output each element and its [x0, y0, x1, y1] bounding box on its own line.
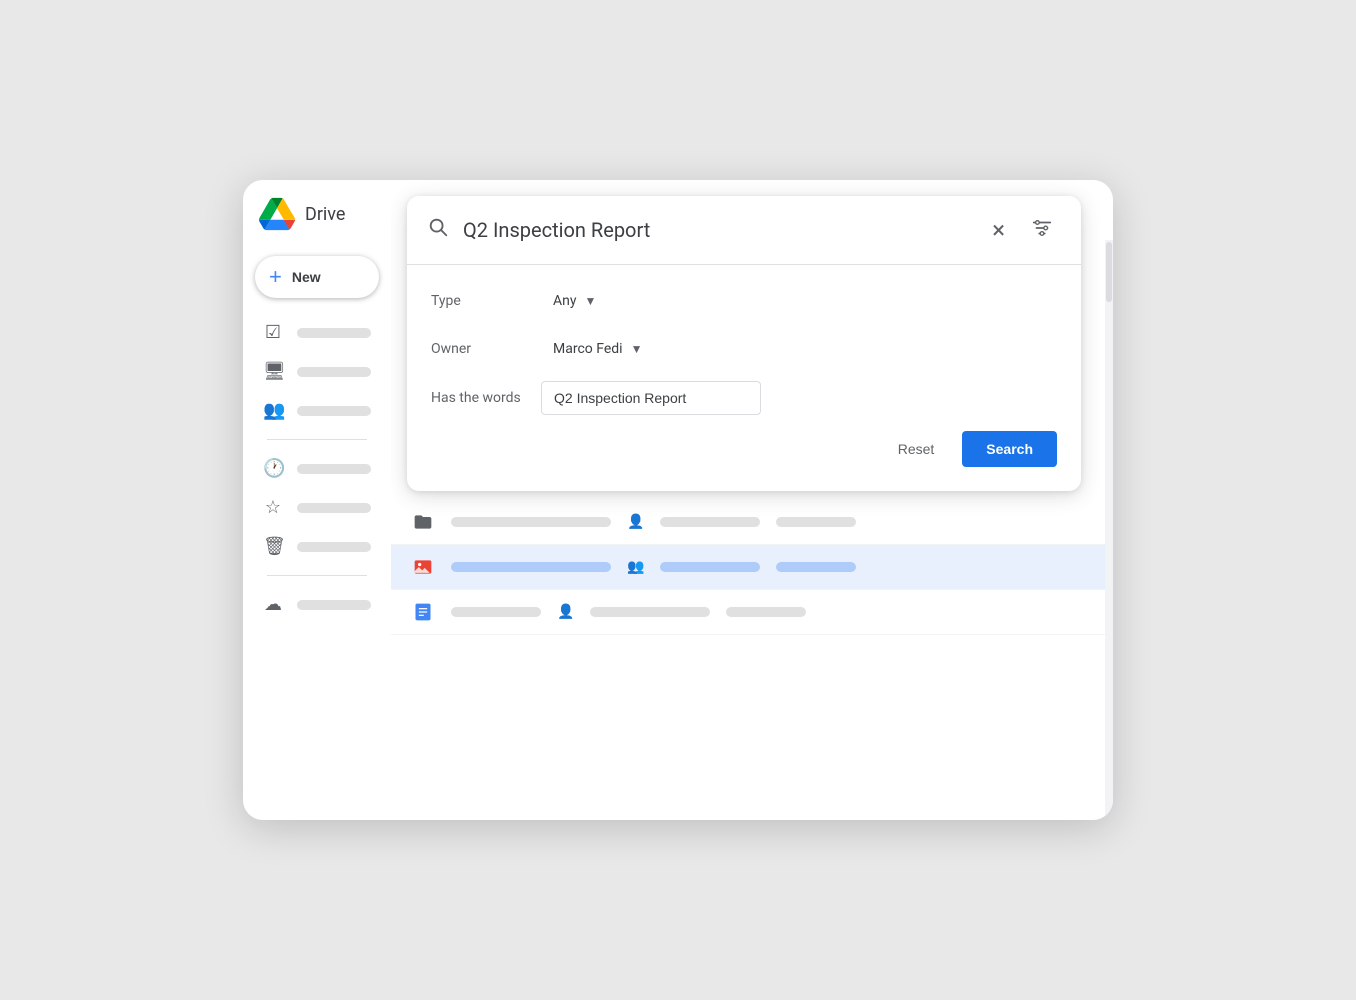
folder-icon: [411, 510, 435, 534]
sidebar-item-starred[interactable]: ☆: [251, 489, 383, 526]
type-filter-row: Type Any ▼: [431, 285, 1057, 317]
sidebar: Drive + New ☑ 🖥 👥 🕐: [243, 180, 391, 820]
shared-icon: 👤: [627, 514, 644, 530]
sidebar-item-computers[interactable]: 🖥: [251, 353, 383, 390]
filter-icon[interactable]: [1023, 213, 1061, 248]
owner-label: Owner: [431, 341, 541, 357]
owner-value: Marco Fedi: [553, 341, 623, 357]
sidebar-label-bar: [297, 542, 371, 552]
filter-section: Type Any ▼ Owner Marco Fedi ▼ Has the wo…: [407, 265, 1081, 491]
reset-button[interactable]: Reset: [878, 433, 955, 465]
sidebar-label-bar: [297, 328, 371, 338]
sidebar-nav: ☑ 🖥 👥 🕐 ☆ 🗑: [243, 314, 391, 623]
sidebar-item-storage[interactable]: ☁: [251, 586, 383, 623]
shared-icon: 👥: [627, 559, 644, 575]
check-square-icon: ☑: [263, 322, 283, 343]
cloud-icon: ☁: [263, 594, 283, 615]
monitor-icon: 🖥: [263, 361, 283, 382]
scrollbar-thumb: [1106, 242, 1112, 302]
sidebar-item-mydrive[interactable]: ☑: [251, 314, 383, 351]
star-icon: ☆: [263, 497, 283, 518]
shared-icon: 👤: [557, 604, 574, 620]
filter-actions: Reset Search: [431, 431, 1057, 467]
search-panel: Q2 Inspection Report × Type: [407, 196, 1081, 491]
sidebar-label-bar: [297, 600, 371, 610]
file-name-bar: [451, 607, 541, 617]
search-query-text: Q2 Inspection Report: [463, 218, 974, 242]
main-content: Q2 Inspection Report × Type: [391, 180, 1113, 820]
sidebar-divider: [267, 439, 367, 440]
table-row[interactable]: 👥: [391, 545, 1113, 590]
close-icon[interactable]: ×: [988, 212, 1009, 248]
owner-filter-row: Owner Marco Fedi ▼: [431, 333, 1057, 365]
file-date-bar: [590, 607, 710, 617]
table-row[interactable]: 👤: [391, 590, 1113, 635]
doc-icon: [411, 600, 435, 624]
file-name-bar: [451, 562, 611, 572]
sidebar-item-shared[interactable]: 👥: [251, 392, 383, 429]
app-title: Drive: [305, 204, 345, 225]
sidebar-divider-2: [267, 575, 367, 576]
chevron-down-icon: ▼: [585, 294, 597, 308]
drive-logo-icon: [259, 196, 295, 232]
file-date-bar: [660, 517, 760, 527]
has-words-input[interactable]: [541, 381, 761, 415]
file-date-bar: [660, 562, 760, 572]
clock-icon: 🕐: [263, 458, 283, 479]
people-icon: 👥: [263, 400, 283, 421]
has-words-label: Has the words: [431, 390, 541, 406]
type-select[interactable]: Any ▼: [541, 285, 608, 317]
search-button[interactable]: Search: [962, 431, 1057, 467]
file-list: 👤 👥: [391, 500, 1113, 820]
sidebar-label-bar: [297, 464, 371, 474]
file-size-bar: [776, 562, 856, 572]
sidebar-item-trash[interactable]: 🗑: [251, 528, 383, 565]
type-value: Any: [553, 293, 577, 309]
chevron-down-icon: ▼: [631, 342, 643, 356]
new-button[interactable]: + New: [255, 256, 379, 298]
sidebar-label-bar: [297, 406, 371, 416]
file-name-bar: [451, 517, 611, 527]
search-bar: Q2 Inspection Report ×: [407, 196, 1081, 265]
sidebar-label-bar: [297, 367, 371, 377]
new-button-label: New: [292, 269, 321, 285]
file-size-bar: [776, 517, 856, 527]
type-label: Type: [431, 293, 541, 309]
trash-icon: 🗑: [263, 536, 283, 557]
search-icon: [427, 216, 449, 244]
image-icon: [411, 555, 435, 579]
sidebar-header: Drive: [243, 196, 391, 248]
sidebar-label-bar: [297, 503, 371, 513]
table-row[interactable]: 👤: [391, 500, 1113, 545]
owner-select[interactable]: Marco Fedi ▼: [541, 333, 654, 365]
plus-icon: +: [269, 266, 282, 288]
has-words-filter-row: Has the words: [431, 381, 1057, 415]
sidebar-item-recent[interactable]: 🕐: [251, 450, 383, 487]
scrollbar[interactable]: [1105, 240, 1113, 820]
file-size-bar: [726, 607, 806, 617]
